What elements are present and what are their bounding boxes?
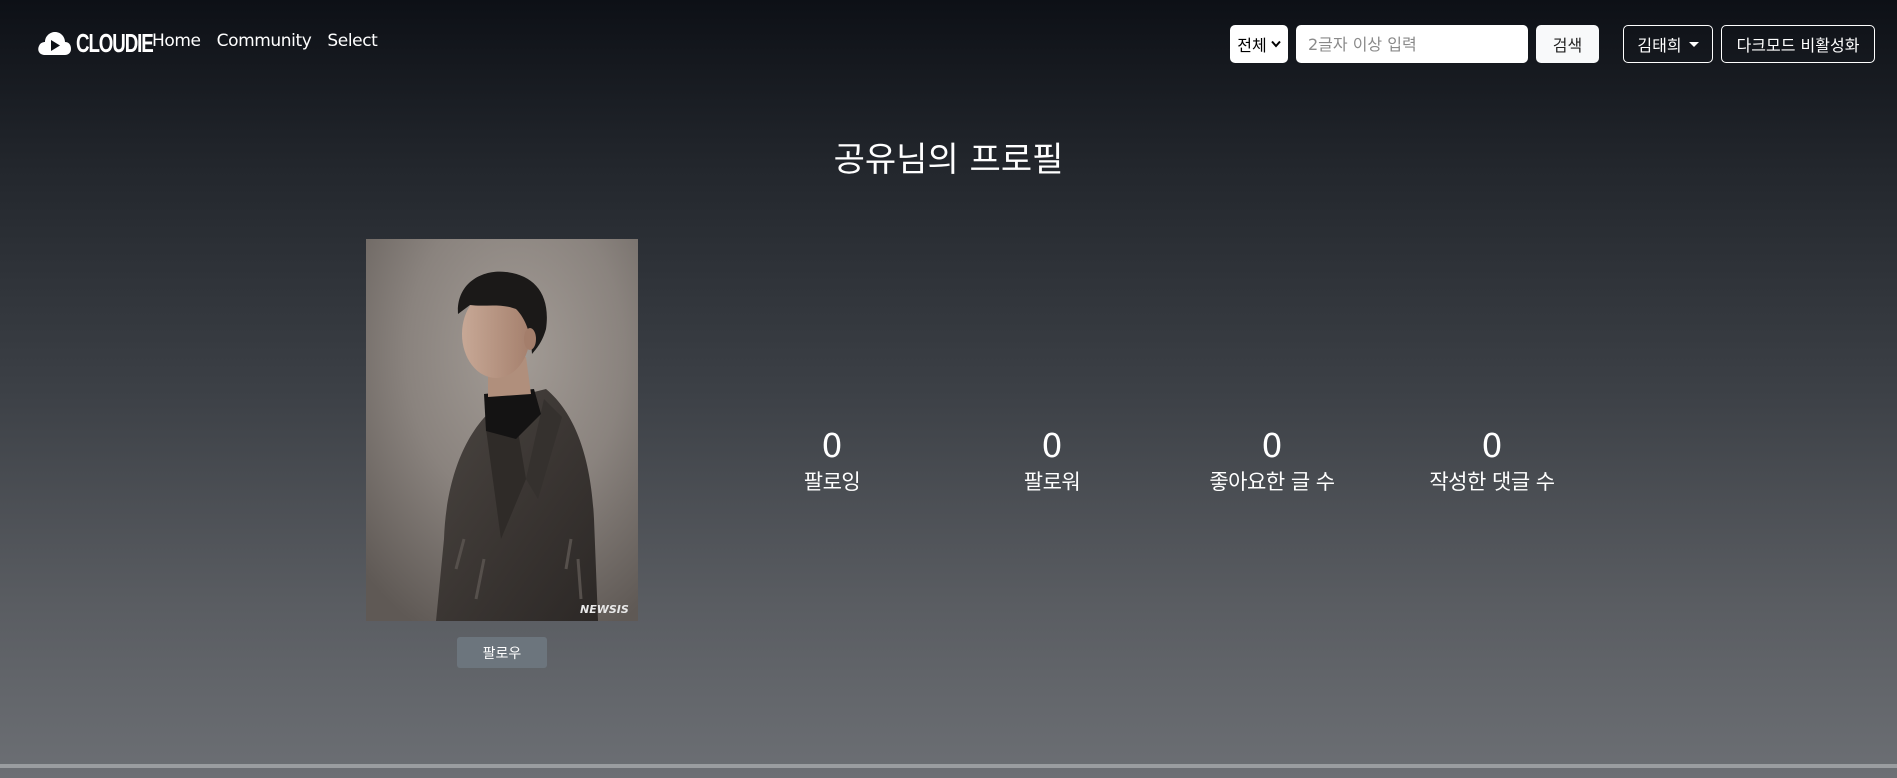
search-scope-select[interactable]: 전체 [1230, 25, 1288, 63]
stat-comments: 0 작성한 댓글 수 [1392, 428, 1592, 496]
caret-down-icon [1688, 41, 1699, 47]
chevron-down-icon [1270, 40, 1281, 48]
page-title: 공유님의 프로필 [833, 140, 1064, 180]
nav-link-select[interactable]: Select [327, 31, 377, 51]
user-name: 김태희 [1637, 36, 1682, 55]
dark-mode-toggle-button[interactable]: 다크모드 비활성화 [1721, 25, 1875, 63]
nav-link-community[interactable]: Community [217, 31, 312, 51]
search-button[interactable]: 검색 [1536, 25, 1599, 63]
stat-comments-value: 0 [1481, 426, 1503, 465]
stat-liked-posts-label: 좋아요한 글 수 [1209, 470, 1335, 494]
stat-followers-value: 0 [1041, 426, 1063, 465]
photo-watermark: NEWSIS [580, 603, 629, 616]
user-menu-dropdown[interactable]: 김태희 [1623, 25, 1713, 63]
brand-name: CLOUDIE [76, 28, 154, 58]
stat-following: 0 팔로잉 [732, 428, 932, 496]
follow-button[interactable]: 팔로우 [457, 637, 547, 668]
stat-comments-label: 작성한 댓글 수 [1429, 470, 1555, 494]
search-input[interactable] [1296, 25, 1528, 63]
stat-followers-label: 팔로워 [1023, 470, 1081, 494]
nav-links: Home Community Select [152, 31, 378, 51]
stat-liked-posts-value: 0 [1261, 426, 1283, 465]
footer-divider [0, 764, 1897, 768]
stat-following-value: 0 [821, 426, 843, 465]
cloud-play-icon [38, 32, 71, 55]
stat-following-label: 팔로잉 [803, 470, 861, 494]
stat-followers: 0 팔로워 [952, 428, 1152, 496]
profile-photo: NEWSIS [366, 239, 638, 621]
search-form: 전체 검색 [1230, 25, 1599, 63]
stat-liked-posts: 0 좋아요한 글 수 [1172, 428, 1372, 496]
search-scope-value: 전체 [1237, 36, 1267, 55]
navbar: CLOUDIE Home Community Select 전체 검색 김태희 … [0, 0, 1897, 88]
nav-link-home[interactable]: Home [152, 31, 201, 51]
